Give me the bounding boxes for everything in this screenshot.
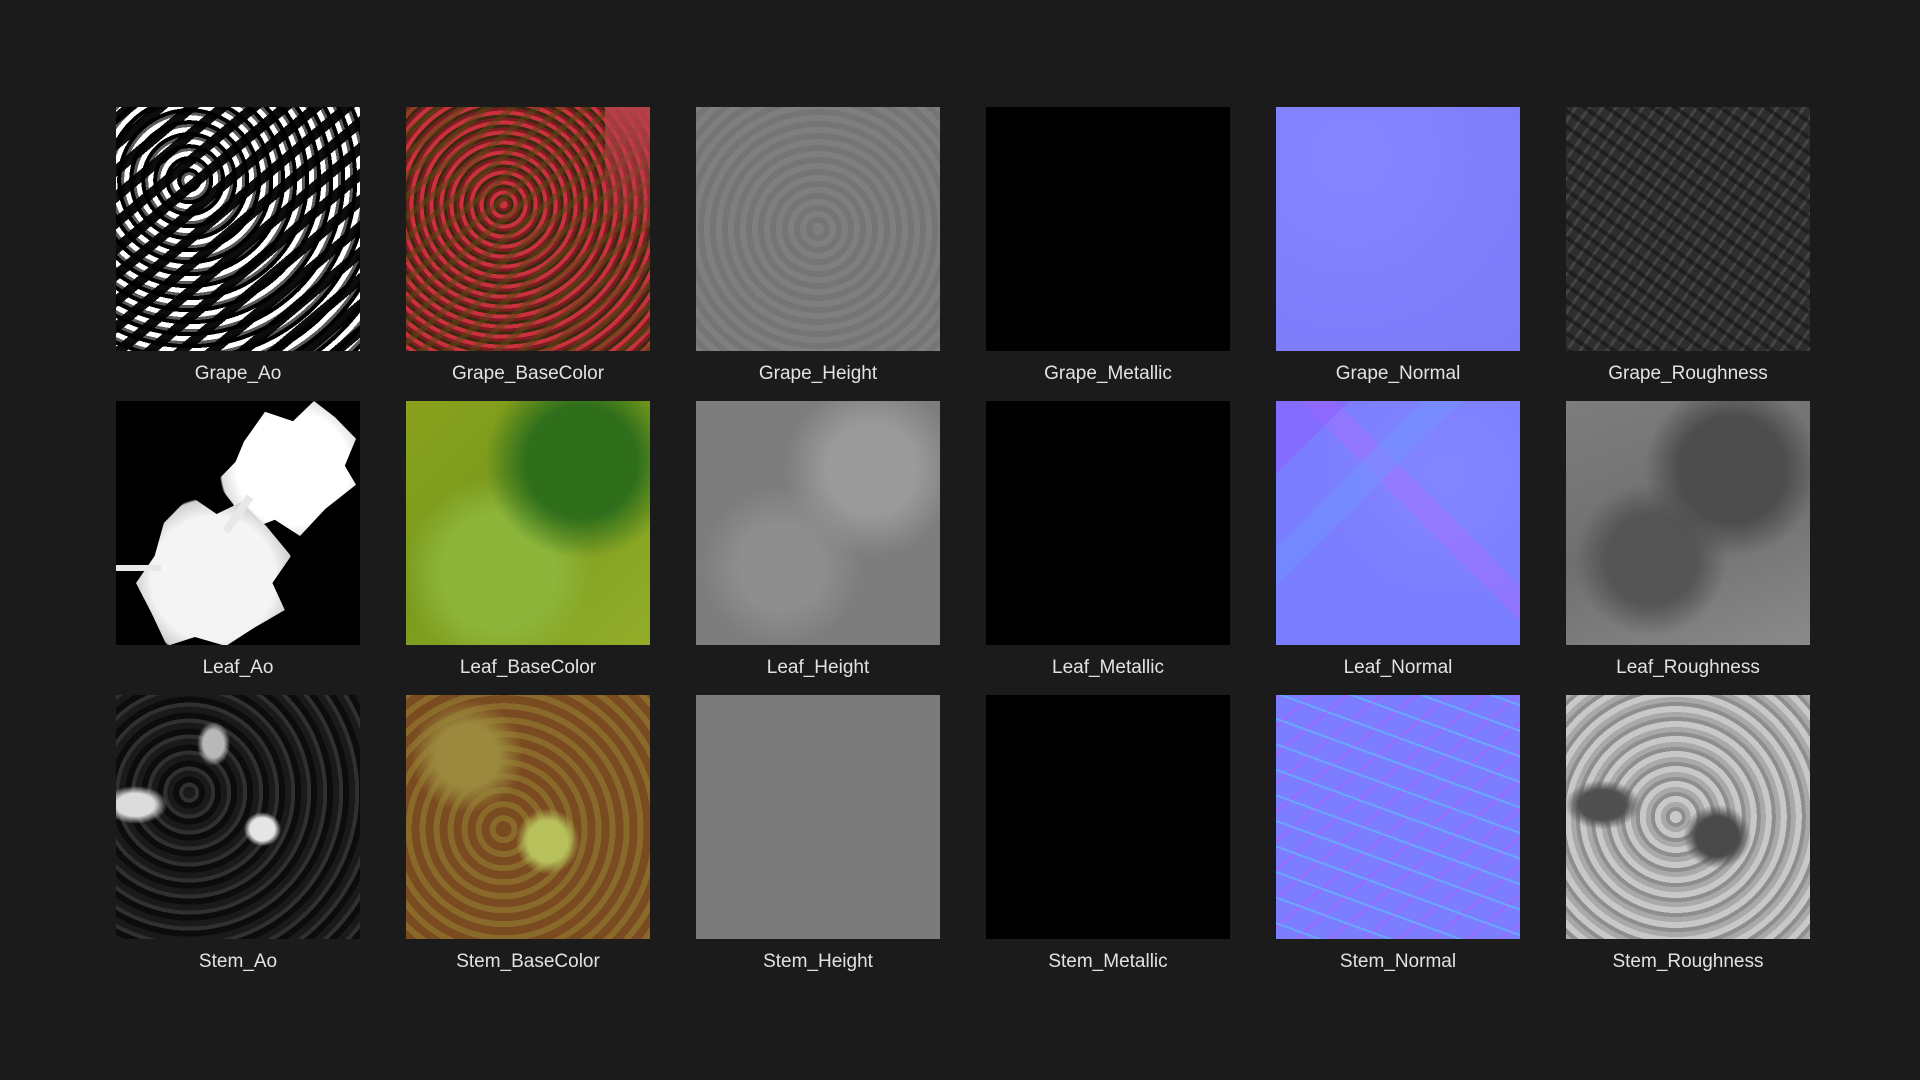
texture-tile-grape-ao[interactable]: Grape_Ao [116, 107, 360, 401]
texture-thumbnail[interactable] [1276, 401, 1520, 645]
texture-tile-grape-normal[interactable]: Grape_Normal [1276, 107, 1520, 401]
texture-tile-stem-roughness[interactable]: Stem_Roughness [1566, 695, 1810, 989]
texture-label: Grape_BaseColor [451, 363, 605, 384]
texture-thumbnail[interactable] [1566, 401, 1810, 645]
texture-label: Grape_Height [758, 363, 878, 384]
texture-tile-grape-metallic[interactable]: Grape_Metallic [986, 107, 1230, 401]
stem-shape [116, 565, 161, 571]
texture-tile-grape-basecolor[interactable]: Grape_BaseColor [406, 107, 650, 401]
texture-thumbnail[interactable] [116, 695, 360, 939]
texture-thumbnail[interactable] [696, 695, 940, 939]
texture-thumbnail[interactable] [696, 401, 940, 645]
texture-tile-leaf-height[interactable]: Leaf_Height [696, 401, 940, 695]
texture-thumbnail[interactable] [696, 107, 940, 351]
texture-tile-stem-height[interactable]: Stem_Height [696, 695, 940, 989]
texture-label: Grape_Metallic [1044, 363, 1172, 384]
texture-tile-leaf-metallic[interactable]: Leaf_Metallic [986, 401, 1230, 695]
texture-tile-stem-ao[interactable]: Stem_Ao [116, 695, 360, 989]
texture-grid: Grape_Ao Grape_BaseColor Grape_Height Gr… [116, 107, 1810, 989]
texture-label: Grape_Normal [1335, 363, 1461, 384]
texture-tile-leaf-basecolor[interactable]: Leaf_BaseColor [406, 401, 650, 695]
texture-label: Leaf_Height [766, 657, 870, 678]
texture-label: Leaf_Metallic [1052, 657, 1164, 678]
texture-label: Stem_Roughness [1612, 951, 1764, 972]
texture-tile-stem-metallic[interactable]: Stem_Metallic [986, 695, 1230, 989]
texture-tile-stem-normal[interactable]: Stem_Normal [1276, 695, 1520, 989]
texture-label: Leaf_Normal [1343, 657, 1453, 678]
texture-label: Leaf_Ao [202, 657, 274, 678]
texture-tile-grape-height[interactable]: Grape_Height [696, 107, 940, 401]
texture-thumbnail[interactable] [986, 401, 1230, 645]
texture-label: Grape_Ao [194, 363, 282, 384]
texture-thumbnail[interactable] [1276, 695, 1520, 939]
texture-label: Grape_Roughness [1608, 363, 1768, 384]
texture-tile-leaf-roughness[interactable]: Leaf_Roughness [1566, 401, 1810, 695]
texture-thumbnail[interactable] [986, 107, 1230, 351]
texture-tile-stem-basecolor[interactable]: Stem_BaseColor [406, 695, 650, 989]
texture-label: Leaf_Roughness [1616, 657, 1760, 678]
texture-tile-grape-roughness[interactable]: Grape_Roughness [1566, 107, 1810, 401]
texture-thumbnail[interactable] [406, 695, 650, 939]
texture-label: Leaf_BaseColor [459, 657, 597, 678]
texture-thumbnail[interactable] [406, 401, 650, 645]
texture-thumbnail[interactable] [1566, 107, 1810, 351]
texture-tile-leaf-ao[interactable]: Leaf_Ao [116, 401, 360, 695]
texture-label: Stem_Ao [198, 951, 278, 972]
texture-thumbnail[interactable] [116, 401, 360, 645]
texture-thumbnail[interactable] [1276, 107, 1520, 351]
texture-thumbnail[interactable] [116, 107, 360, 351]
texture-label: Stem_Metallic [1048, 951, 1168, 972]
texture-thumbnail[interactable] [986, 695, 1230, 939]
texture-tile-leaf-normal[interactable]: Leaf_Normal [1276, 401, 1520, 695]
texture-thumbnail[interactable] [1566, 695, 1810, 939]
texture-label: Stem_BaseColor [456, 951, 600, 972]
texture-thumbnail[interactable] [406, 107, 650, 351]
texture-label: Stem_Normal [1339, 951, 1457, 972]
texture-label: Stem_Height [763, 951, 873, 972]
